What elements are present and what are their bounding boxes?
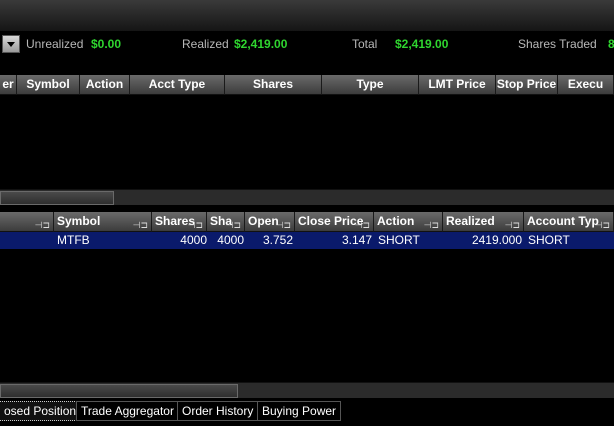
cell-realized: 2419.000 xyxy=(471,233,522,247)
total-label: Total xyxy=(352,37,378,51)
cell-shares: 4000 xyxy=(180,233,207,247)
positions-col-symbol[interactable]: Symbol ⊣⊐ xyxy=(54,212,152,232)
positions-col-action[interactable]: Action ⊣⊐ xyxy=(374,212,443,232)
cell-close-price: 3.147 xyxy=(341,233,372,247)
shares-traded-label: Shares Traded xyxy=(518,37,597,51)
total-value: $2,419.00 xyxy=(395,37,449,51)
shares-traded-value: 8 xyxy=(608,37,614,51)
orders-col-lmt-price[interactable]: LMT Price xyxy=(419,75,496,95)
orders-col-shares[interactable]: Shares xyxy=(225,75,322,95)
tab-buying-power[interactable]: Buying Power xyxy=(257,401,342,421)
pin-icon[interactable]: ⊣⊐ xyxy=(424,216,439,231)
positions-col-open[interactable]: Open ⊣⊐ xyxy=(245,212,295,232)
chevron-down-icon[interactable] xyxy=(2,35,20,53)
pin-icon[interactable]: ⊣⊐ xyxy=(35,216,50,231)
pin-icon[interactable]: ⊣⊐ xyxy=(355,216,370,231)
positions-col-first[interactable]: ⊣⊐ xyxy=(0,212,54,232)
window-titlebar xyxy=(0,0,614,32)
positions-col-shares[interactable]: Shares ⊣⊐ xyxy=(152,212,207,232)
positions-col-realized[interactable]: Realized ⊣⊐ xyxy=(443,212,524,232)
pin-icon[interactable]: ⊣⊐ xyxy=(276,216,291,231)
realized-value: $2,419.00 xyxy=(234,37,288,51)
tab-order-history[interactable]: Order History xyxy=(177,401,259,421)
pin-icon[interactable]: ⊣⊐ xyxy=(505,216,520,231)
tab-trade-aggregator[interactable]: Trade Aggregator xyxy=(76,401,179,421)
positions-col-close-price[interactable]: Close Price ⊣⊐ xyxy=(295,212,374,232)
orders-col-stop-price[interactable]: Stop Price xyxy=(496,75,558,95)
orders-grid-header: er Symbol Action Acct Type Shares Type L… xyxy=(0,75,614,95)
pin-icon[interactable]: ⊣⊐ xyxy=(226,216,241,231)
positions-hscrollbar[interactable] xyxy=(0,382,614,398)
pin-icon[interactable]: ⊣⊐ xyxy=(595,216,610,231)
orders-grid-body xyxy=(0,95,614,189)
cell-open: 3.752 xyxy=(262,233,293,247)
orders-col-execution[interactable]: Execu xyxy=(558,75,614,95)
orders-col-action[interactable]: Action xyxy=(80,75,130,95)
positions-col-sha[interactable]: Sha ⊣⊐ xyxy=(207,212,245,232)
table-row[interactable]: MTFB 4000 4000 3.752 3.147 SHORT 2419.00… xyxy=(0,232,614,249)
orders-col-order[interactable]: er xyxy=(0,75,17,95)
cell-symbol: MTFB xyxy=(57,233,90,247)
orders-col-symbol[interactable]: Symbol xyxy=(17,75,80,95)
orders-hscrollbar[interactable] xyxy=(0,189,614,205)
pin-icon[interactable]: ⊣⊐ xyxy=(188,216,203,231)
positions-col-account-type[interactable]: Account Typ ⊣⊐ xyxy=(524,212,614,232)
orders-col-type[interactable]: Type xyxy=(322,75,419,95)
positions-grid-body xyxy=(0,232,614,382)
unrealized-label: Unrealized xyxy=(26,37,84,51)
cell-account-type: SHORT xyxy=(528,233,570,247)
cell-sha: 4000 xyxy=(217,233,244,247)
bottom-tabs: osed Positions Trade Aggregator Order Hi… xyxy=(0,400,614,426)
tab-closed-positions[interactable]: osed Positions xyxy=(0,401,88,421)
pin-icon[interactable]: ⊣⊐ xyxy=(133,216,148,231)
summary-bar: Unrealized $0.00 Realized $2,419.00 Tota… xyxy=(0,32,614,56)
positions-grid-header: ⊣⊐ Symbol ⊣⊐ Shares ⊣⊐ Sha ⊣⊐ Open ⊣⊐ Close … xyxy=(0,212,614,232)
orders-scroll-thumb[interactable] xyxy=(0,191,114,205)
positions-scroll-thumb[interactable] xyxy=(0,384,238,398)
unrealized-value: $0.00 xyxy=(91,37,122,51)
cell-action: SHORT xyxy=(378,233,420,247)
orders-col-acct-type[interactable]: Acct Type xyxy=(130,75,225,95)
realized-label: Realized xyxy=(182,37,229,51)
